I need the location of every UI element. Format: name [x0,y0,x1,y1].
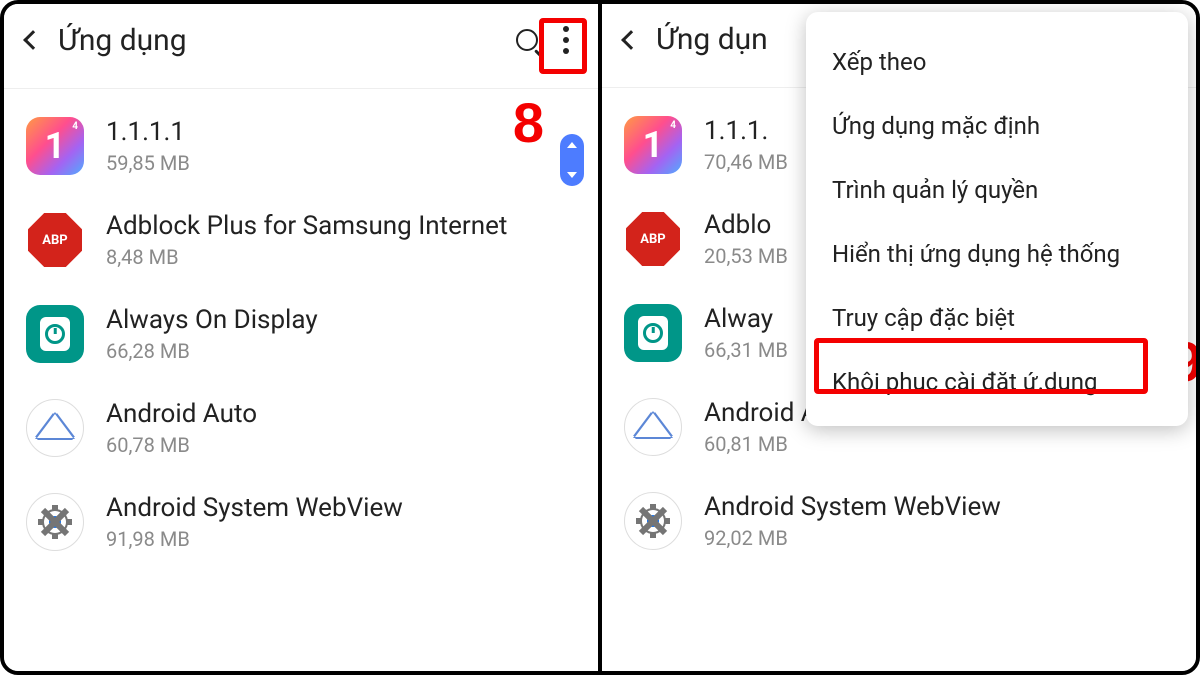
app-size: 60,81 MB [704,432,1174,456]
app-size: 92,02 MB [704,526,1174,550]
app-icon-webview [624,492,682,550]
app-row[interactable]: Android Auto 60,78 MB [4,381,598,475]
app-size: 59,85 MB [106,151,576,175]
right-panel: Ứng dụn 14 1.1.1. 70,46 MB ABP Adblo 20,… [602,4,1196,671]
app-name: Always On Display [106,305,576,335]
header: Ứng dụng [4,4,598,89]
back-icon[interactable] [621,30,641,50]
left-panel: Ứng dụng 8 14 1.1.1.1 59,85 MB ABP Adblo… [4,4,602,671]
menu-sort-by[interactable]: Xếp theo [806,30,1188,94]
app-size: 60,78 MB [106,433,576,457]
app-name: Android Auto [106,399,576,429]
app-icon-webview [26,493,84,551]
app-icon-1111: 14 [26,117,84,175]
page-title: Ứng dụng [58,23,498,58]
menu-default-apps[interactable]: Ứng dụng mặc định [806,94,1188,158]
app-row[interactable]: Android System WebView 91,98 MB [4,475,598,569]
menu-reset-app-preferences[interactable]: Khôi phục cài đặt ứ.dụng [806,350,1188,414]
chevron-down-icon [567,172,577,178]
app-name: Adblock Plus for Samsung Internet [106,211,576,241]
app-name: Android System WebView [106,493,576,523]
more-icon[interactable] [556,22,576,58]
app-icon-aod [624,304,682,362]
app-list: 14 1.1.1.1 59,85 MB ABP Adblock Plus for… [4,89,598,569]
app-name: Android System WebView [704,492,1174,522]
app-name: 1.1.1.1 [106,117,576,147]
app-icon-android-auto [26,399,84,457]
app-size: 66,28 MB [106,339,576,363]
step-number-8: 8 [513,90,544,155]
menu-show-system-apps[interactable]: Hiển thị ứng dụng hệ thống [806,222,1188,286]
app-row[interactable]: Always On Display 66,28 MB [4,287,598,381]
app-size: 91,98 MB [106,527,576,551]
chevron-up-icon [567,142,577,148]
app-row[interactable]: ABP Adblock Plus for Samsung Internet 8,… [4,193,598,287]
scroll-handle[interactable] [560,134,584,186]
app-size: 8,48 MB [106,245,576,269]
back-icon[interactable] [23,30,43,50]
app-icon-aod [26,305,84,363]
app-row[interactable]: Android System WebView 92,02 MB [602,474,1196,568]
app-row[interactable]: 14 1.1.1.1 59,85 MB [4,99,598,193]
app-icon-adblock: ABP [26,211,84,269]
overflow-menu: Xếp theo Ứng dụng mặc định Trình quản lý… [806,12,1188,426]
menu-permission-manager[interactable]: Trình quản lý quyền [806,158,1188,222]
search-icon[interactable] [516,29,538,51]
app-icon-adblock: ABP [624,210,682,268]
app-icon-1111: 14 [624,116,682,174]
app-icon-android-auto [624,398,682,456]
menu-special-access[interactable]: Truy cập đặc biệt [806,286,1188,350]
